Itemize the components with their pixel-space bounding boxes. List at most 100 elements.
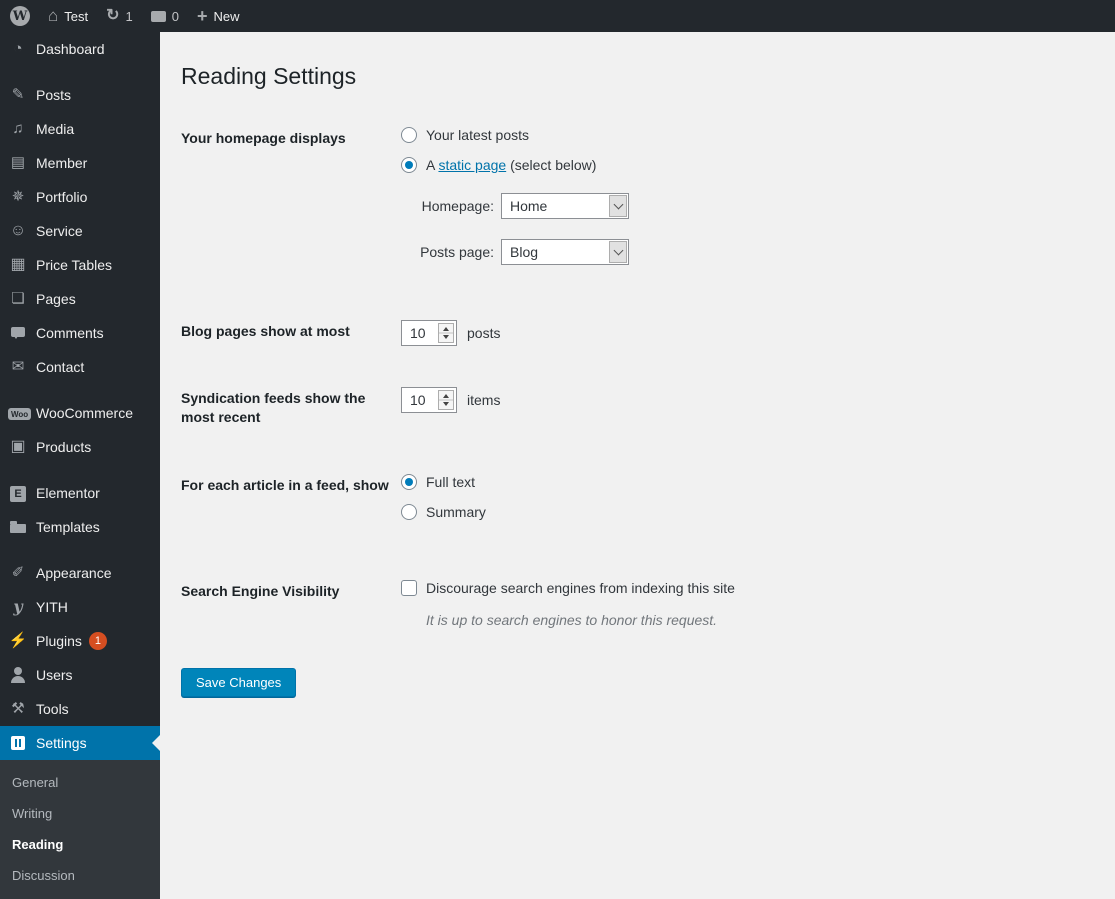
homepage-select-dropdown-button[interactable] [609, 194, 627, 217]
sidebar-item-label: WooCommerce [36, 405, 133, 421]
posts-per-page-field [401, 319, 457, 346]
sidebar-item-label: Service [36, 223, 83, 239]
sidebar-item-woocommerce[interactable]: WooCommerce [0, 396, 160, 430]
sidebar-item-elementor[interactable]: Elementor [0, 476, 160, 510]
sidebar-item-products[interactable]: Products [0, 430, 160, 464]
syndication-row: Syndication feeds show the most recent i… [181, 386, 1095, 428]
homepage-select-row: Homepage: Home [420, 192, 1095, 219]
main-content: Reading Settings Your homepage displays … [160, 32, 1115, 899]
static-page-link[interactable]: static page [438, 157, 506, 173]
price-tables-grid-icon [8, 255, 28, 275]
sidebar-item-price-tables[interactable]: Price Tables [0, 248, 160, 282]
submenu-item-discussion[interactable]: Discussion [0, 860, 160, 891]
static-page-option-label: A static page (select below) [426, 157, 596, 173]
posts-per-page-spinner[interactable] [438, 322, 454, 343]
sidebar-item-tools[interactable]: Tools [0, 692, 160, 726]
sidebar-item-appearance[interactable]: Appearance [0, 556, 160, 590]
page-title: Reading Settings [181, 63, 357, 89]
comments-icon [150, 10, 166, 22]
homepage-displays-label: Your homepage displays [181, 129, 346, 146]
wordpress-logo-icon [10, 6, 30, 26]
sidebar-item-comments[interactable]: Comments [0, 316, 160, 350]
portfolio-award-icon [8, 187, 28, 207]
admin-sidebar: Dashboard Posts Media Member Portfolio S… [0, 32, 160, 899]
comments-count: 0 [171, 8, 179, 24]
sidebar-item-label: Contact [36, 359, 85, 375]
sidebar-item-posts[interactable]: Posts [0, 78, 160, 112]
sidebar-separator [0, 66, 160, 78]
sidebar-item-service[interactable]: Service [0, 214, 160, 248]
chevron-down-icon [613, 245, 623, 256]
sidebar-item-label: Portfolio [36, 189, 88, 205]
updates-link[interactable]: 1 [106, 8, 133, 24]
sidebar-item-dashboard[interactable]: Dashboard [0, 32, 160, 66]
submenu-item-general[interactable]: General [0, 767, 160, 798]
tools-wrench-icon [8, 699, 28, 719]
plugins-plug-icon [8, 631, 28, 651]
posts-page-select-dropdown-button[interactable] [609, 240, 627, 263]
blog-pages-label: Blog pages show at most [181, 322, 350, 339]
sidebar-item-member[interactable]: Member [0, 146, 160, 180]
feed-items-spinner[interactable] [438, 389, 454, 410]
latest-posts-option-label: Your latest posts [426, 126, 529, 143]
sidebar-item-label: Appearance [36, 565, 112, 581]
sidebar-item-portfolio[interactable]: Portfolio [0, 180, 160, 214]
submenu-item-writing[interactable]: Writing [0, 798, 160, 829]
discourage-indexing-checkbox[interactable] [401, 580, 417, 597]
wordpress-menu[interactable] [10, 6, 30, 26]
feed-items-input[interactable] [402, 387, 436, 412]
sidebar-item-templates[interactable]: Templates [0, 510, 160, 544]
homepage-select[interactable]: Home [501, 192, 629, 219]
products-box-icon [8, 437, 28, 457]
new-content-link[interactable]: New [197, 7, 240, 26]
comments-link[interactable]: 0 [150, 8, 179, 24]
service-smiley-icon [8, 221, 28, 241]
sidebar-item-yith[interactable]: YITH [0, 590, 160, 624]
new-label: New [213, 8, 240, 24]
sidebar-item-pages[interactable]: Pages [0, 282, 160, 316]
media-notes-icon [8, 119, 28, 139]
sidebar-item-label: Templates [36, 519, 100, 535]
summary-radio[interactable] [401, 504, 417, 521]
submenu-item-reading[interactable]: Reading [0, 829, 160, 860]
search-visibility-note: It is up to search engines to honor this… [426, 612, 718, 629]
settings-sliders-icon [8, 733, 28, 753]
save-changes-button[interactable]: Save Changes [181, 668, 297, 698]
posts-page-select-label: Posts page: [420, 243, 494, 260]
appearance-brush-icon [8, 563, 28, 583]
sidebar-item-label: Elementor [36, 485, 100, 501]
sidebar-item-plugins[interactable]: Plugins 1 [0, 624, 160, 658]
sidebar-item-label: Price Tables [36, 257, 113, 273]
full-text-option: Full text [401, 474, 1095, 491]
sidebar-item-settings[interactable]: Settings [0, 726, 160, 760]
sidebar-separator [0, 464, 160, 476]
blog-pages-row: Blog pages show at most posts [181, 319, 1095, 346]
sidebar-item-contact[interactable]: Contact [0, 350, 160, 384]
latest-posts-radio[interactable] [401, 126, 417, 143]
feed-article-row: For each article in a feed, show Full te… [181, 474, 1095, 534]
site-name: Test [64, 8, 89, 24]
sidebar-separator [0, 384, 160, 396]
reading-settings-form: Your homepage displays Your latest posts… [181, 126, 1095, 698]
admin-bar: Test 1 0 New [0, 0, 1115, 32]
sidebar-item-label: Tools [36, 701, 69, 717]
contact-envelope-icon [8, 357, 28, 377]
posts-per-page-input[interactable] [402, 320, 436, 345]
sidebar-item-label: Comments [36, 325, 104, 341]
templates-folder-icon [8, 517, 28, 537]
full-text-radio[interactable] [401, 474, 417, 491]
static-page-radio[interactable] [401, 156, 417, 173]
settings-submenu: General Writing Reading Discussion [0, 760, 160, 899]
homepage-displays-row: Your homepage displays Your latest posts… [181, 126, 1095, 265]
sidebar-item-users[interactable]: Users [0, 658, 160, 692]
sidebar-separator [0, 544, 160, 556]
yith-icon [8, 597, 28, 617]
sidebar-item-media[interactable]: Media [0, 112, 160, 146]
site-name-link[interactable]: Test [48, 7, 88, 25]
static-page-option: A static page (select below) [401, 156, 1095, 173]
sidebar-item-label: Dashboard [36, 41, 105, 57]
posts-unit-label: posts [467, 324, 501, 341]
items-unit-label: items [467, 391, 501, 408]
posts-page-select[interactable]: Blog [501, 238, 629, 265]
comments-bubble-icon [8, 323, 28, 343]
